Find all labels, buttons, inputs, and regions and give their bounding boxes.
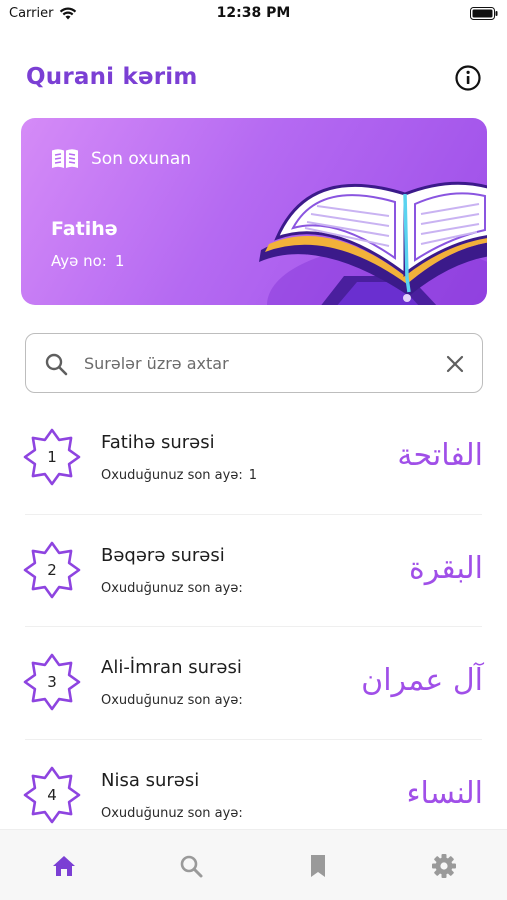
surah-name: Fatihə surəsi: [101, 432, 215, 453]
last-read-header: Son oxunan: [51, 148, 191, 170]
last-read-ayah-value: 1: [248, 468, 257, 483]
star-badge: 2: [23, 541, 81, 599]
last-read-ayah-label: Oxuduğunuz son ayə:: [101, 468, 243, 483]
ayah-value: 1: [114, 252, 125, 270]
open-book-icon: [52, 149, 78, 168]
info-icon[interactable]: [454, 64, 482, 92]
surah-arabic-name: البقرة: [409, 550, 483, 586]
surah-last-read: Oxuduğunuz son ayə: 1: [101, 468, 257, 483]
bottom-nav: [0, 829, 507, 900]
surah-row-1[interactable]: 1 Fatihə surəsi Oxuduğunuz son ayə: 1 ال…: [0, 402, 507, 515]
search-box: [25, 333, 483, 393]
surah-arabic-name: آل عمران: [361, 663, 483, 698]
home-icon[interactable]: [50, 852, 78, 880]
close-icon[interactable]: [442, 351, 468, 377]
star-badge: 1: [23, 428, 81, 486]
ayah-label: Ayə no:: [51, 252, 107, 270]
surah-number: 2: [47, 560, 57, 579]
surah-number: 1: [47, 448, 57, 466]
last-read-ayah-label: Oxuduğunuz son ayə:: [101, 693, 243, 708]
search-icon[interactable]: [177, 852, 205, 880]
search-input[interactable]: [84, 344, 424, 382]
surah-arabic-name: الفاتحة: [397, 438, 483, 473]
surah-row-3[interactable]: 3 Ali-İmran surəsi Oxuduğunuz son ayə: آ…: [0, 627, 507, 740]
surah-number: 3: [47, 673, 57, 691]
surah-last-read: Oxuduğunuz son ayə:: [101, 806, 249, 821]
quran-book-illustration: [259, 181, 487, 305]
settings-icon[interactable]: [430, 852, 458, 880]
star-badge: 4: [23, 766, 81, 824]
last-read-ayah-label: Oxuduğunuz son ayə:: [101, 805, 243, 821]
last-read-ayah-label: Oxuduğunuz son ayə:: [101, 580, 243, 596]
surah-name: Bəqərə surəsi: [101, 544, 225, 566]
page-title: Qurani kərim: [26, 64, 198, 90]
surah-row-2[interactable]: 2 Bəqərə surəsi Oxuduğunuz son ayə: البق…: [0, 515, 507, 627]
surah-name: Ali-İmran surəsi: [101, 657, 242, 678]
last-read-ayah: Ayə no: 1: [51, 252, 124, 270]
surah-last-read: Oxuduğunuz son ayə:: [101, 693, 249, 708]
surah-list: 1 Fatihə surəsi Oxuduğunuz son ayə: 1 ال…: [0, 402, 507, 852]
status-bar: Carrier 12:38 PM: [0, 0, 507, 30]
status-time: 12:38 PM: [216, 5, 291, 21]
surah-number: 4: [47, 785, 57, 804]
bookmark-icon[interactable]: [304, 852, 332, 880]
battery-icon: [470, 7, 498, 20]
last-read-label: Son oxunan: [91, 149, 192, 169]
surah-arabic-name: النساء: [406, 775, 483, 811]
star-badge: 3: [23, 653, 81, 711]
last-read-card[interactable]: Son oxunan Fatihə Ayə no: 1: [21, 118, 487, 305]
surah-last-read: Oxuduğunuz son ayə:: [101, 581, 249, 596]
last-read-surah: Fatihə: [51, 218, 118, 240]
search-icon: [45, 353, 68, 376]
surah-name: Nisa surəsi: [101, 769, 200, 791]
